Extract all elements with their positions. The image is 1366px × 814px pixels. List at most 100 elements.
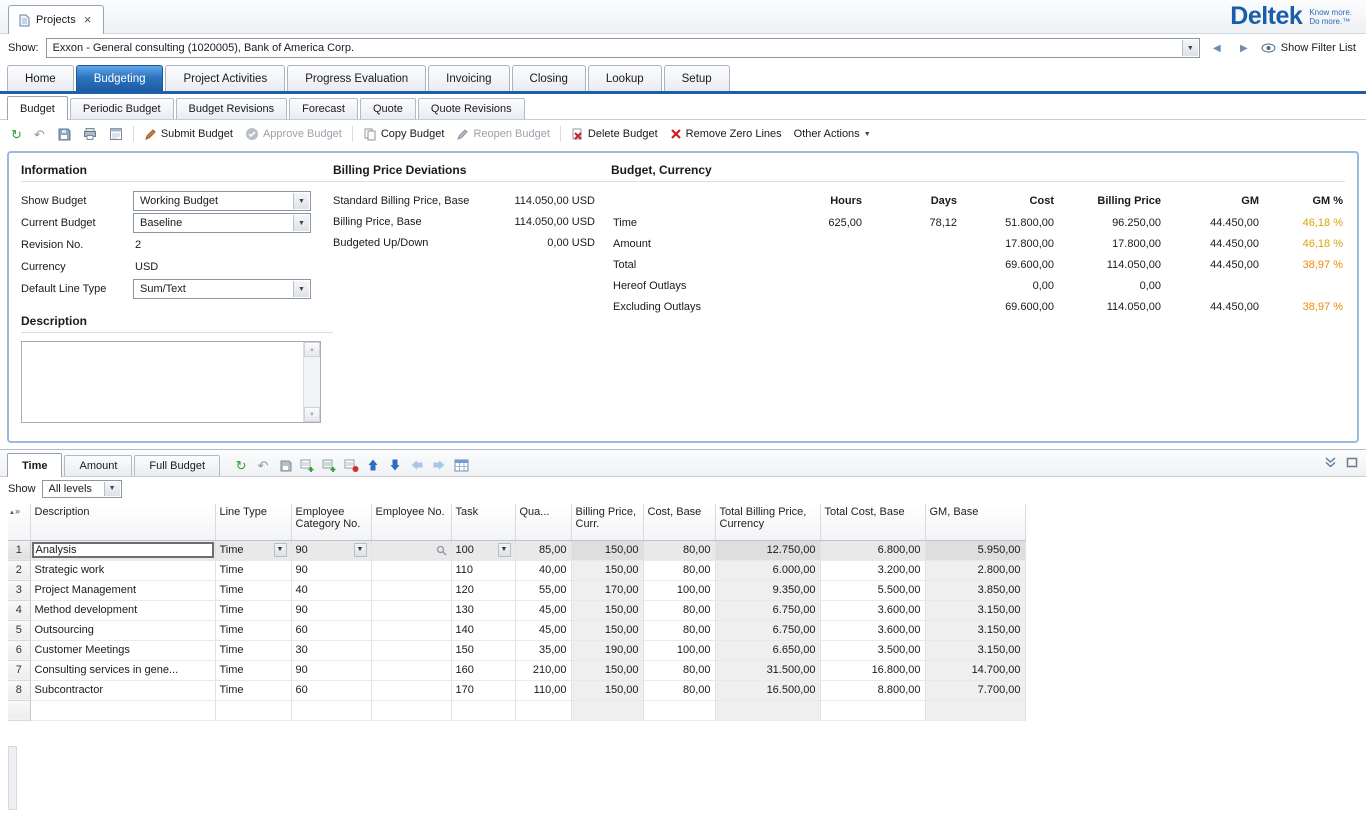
lower-tab-amount[interactable]: Amount xyxy=(64,455,132,476)
reopen-budget-button[interactable]: Reopen Budget xyxy=(451,126,554,143)
cell-task[interactable]: 100▼ xyxy=(451,540,515,560)
level-filter-select[interactable]: All levels ▼ xyxy=(42,480,122,498)
maximize-pane-button[interactable] xyxy=(1346,457,1358,471)
column-header-total-cost-base[interactable]: Total Cost, Base xyxy=(820,504,925,540)
cell-cost-base[interactable]: 100,00 xyxy=(643,640,715,660)
sub-tab-budget[interactable]: Budget xyxy=(7,96,68,120)
column-header-gm-base[interactable]: GM, Base xyxy=(925,504,1025,540)
main-tab-setup[interactable]: Setup xyxy=(664,65,730,91)
cell-quantity[interactable]: 85,00 xyxy=(515,540,571,560)
projects-tab[interactable]: Projects × xyxy=(8,5,104,34)
cell-cost-base[interactable]: 80,00 xyxy=(643,660,715,680)
back-button[interactable]: ◀ xyxy=(1207,38,1227,58)
close-icon[interactable]: × xyxy=(82,15,94,25)
cell-quantity[interactable]: 35,00 xyxy=(515,640,571,660)
sub-tab-quote-revisions[interactable]: Quote Revisions xyxy=(418,98,525,119)
column-header-employee-no[interactable]: Employee No. xyxy=(371,504,451,540)
cell-line-type[interactable]: Time xyxy=(215,660,291,680)
main-tab-lookup[interactable]: Lookup xyxy=(588,65,662,91)
show-selector[interactable]: Exxon - General consulting (1020005), Ba… xyxy=(46,38,1200,58)
cell-employee-category-no[interactable]: 60 xyxy=(291,680,371,700)
search-icon[interactable] xyxy=(436,545,447,556)
grid-undo-button[interactable]: ↶ xyxy=(254,457,272,473)
cell-task[interactable]: 160 xyxy=(451,660,515,680)
show-filter-list-button[interactable]: Show Filter List xyxy=(1261,42,1356,54)
cell-employee-no[interactable] xyxy=(371,580,451,600)
column-header-quantity[interactable]: Qua... xyxy=(515,504,571,540)
cell-billing-price-curr[interactable]: 150,00 xyxy=(571,600,643,620)
cell-description[interactable]: Analysis xyxy=(30,540,215,560)
cell-task[interactable]: 140 xyxy=(451,620,515,640)
row-selector-5[interactable]: 5 xyxy=(8,620,30,640)
main-tab-home[interactable]: Home xyxy=(7,65,74,91)
cell-employee-no[interactable] xyxy=(371,700,451,720)
remove-zero-lines-button[interactable]: Remove Zero Lines xyxy=(665,126,787,142)
cell-employee-category-no[interactable]: 90 xyxy=(291,660,371,680)
scroll-up-icon[interactable]: ▲ xyxy=(304,342,320,357)
cell-billing-price-curr[interactable]: 150,00 xyxy=(571,680,643,700)
cell-description[interactable]: Consulting services in gene... xyxy=(30,660,215,680)
cell-line-type[interactable]: Time xyxy=(215,600,291,620)
print-layout-button[interactable] xyxy=(104,125,128,143)
cell-line-type[interactable]: Time xyxy=(215,560,291,580)
active-cell-editor[interactable]: Analysis xyxy=(32,542,214,558)
cell-employee-category-no[interactable]: 90 xyxy=(291,600,371,620)
main-tab-invoicing[interactable]: Invoicing xyxy=(428,65,509,91)
cell-quantity[interactable]: 110,00 xyxy=(515,680,571,700)
cell-billing-price-curr[interactable]: 150,00 xyxy=(571,560,643,580)
move-right-button[interactable] xyxy=(430,457,448,473)
cell-total-cost-base[interactable] xyxy=(820,700,925,720)
print-button[interactable] xyxy=(78,125,102,143)
cell-employee-category-no[interactable]: 90 xyxy=(291,560,371,580)
cell-task[interactable]: 130 xyxy=(451,600,515,620)
cell-line-type[interactable]: Time▼ xyxy=(215,540,291,560)
cell-task[interactable]: 110 xyxy=(451,560,515,580)
other-actions-button[interactable]: Other Actions ▼ xyxy=(789,126,876,142)
grid-corner-cell[interactable]: ▲» xyxy=(8,504,30,540)
cell-quantity[interactable]: 45,00 xyxy=(515,600,571,620)
cell-task[interactable]: 150 xyxy=(451,640,515,660)
table-layout-button[interactable] xyxy=(452,457,470,473)
save-button[interactable] xyxy=(52,125,76,143)
move-left-button[interactable] xyxy=(408,457,426,473)
cell-cost-base[interactable]: 80,00 xyxy=(643,560,715,580)
cell-billing-price-curr[interactable]: 190,00 xyxy=(571,640,643,660)
main-tab-budgeting[interactable]: Budgeting xyxy=(76,65,164,91)
delete-budget-button[interactable]: Delete Budget xyxy=(566,126,663,143)
cell-billing-price-curr[interactable] xyxy=(571,700,643,720)
cell-employee-no[interactable] xyxy=(371,640,451,660)
cell-employee-category-no[interactable]: 40 xyxy=(291,580,371,600)
cell-billing-price-curr[interactable]: 150,00 xyxy=(571,620,643,640)
cell-cost-base[interactable]: 80,00 xyxy=(643,680,715,700)
cell-cost-base[interactable]: 100,00 xyxy=(643,580,715,600)
row-selector-3[interactable]: 3 xyxy=(8,580,30,600)
cell-employee-no[interactable] xyxy=(371,560,451,580)
submit-budget-button[interactable]: Submit Budget xyxy=(139,126,238,143)
cell-task[interactable] xyxy=(451,700,515,720)
cell-employee-category-no[interactable]: 60 xyxy=(291,620,371,640)
cell-billing-price-curr[interactable]: 150,00 xyxy=(571,540,643,560)
vertical-scrollbar[interactable] xyxy=(8,746,17,810)
cell-line-type[interactable]: Time xyxy=(215,640,291,660)
cell-billing-price-curr[interactable]: 170,00 xyxy=(571,580,643,600)
cell-employee-no[interactable] xyxy=(371,540,451,560)
cell-employee-category-no[interactable]: 30 xyxy=(291,640,371,660)
row-selector-6[interactable]: 6 xyxy=(8,640,30,660)
move-down-button[interactable] xyxy=(386,457,404,473)
cell-cost-base[interactable]: 80,00 xyxy=(643,540,715,560)
cell-description[interactable]: Project Management xyxy=(30,580,215,600)
cell-employee-no[interactable] xyxy=(371,680,451,700)
cell-billing-price-curr[interactable]: 150,00 xyxy=(571,660,643,680)
column-header-description[interactable]: Description xyxy=(30,504,215,540)
cell-cost-base[interactable] xyxy=(643,700,715,720)
grid-save-button[interactable] xyxy=(276,457,294,473)
copy-budget-button[interactable]: Copy Budget xyxy=(358,125,450,143)
current-budget-select[interactable]: Baseline▼ xyxy=(133,213,311,233)
sub-tab-periodic-budget[interactable]: Periodic Budget xyxy=(70,98,174,119)
undo-button[interactable]: ↶ xyxy=(29,126,50,143)
add-line-button[interactable] xyxy=(298,457,316,473)
column-header-billing-price-curr[interactable]: Billing Price, Curr. xyxy=(571,504,643,540)
collapse-pane-button[interactable] xyxy=(1324,457,1337,471)
cell-total-billing-price[interactable] xyxy=(715,700,820,720)
row-selector-2[interactable]: 2 xyxy=(8,560,30,580)
